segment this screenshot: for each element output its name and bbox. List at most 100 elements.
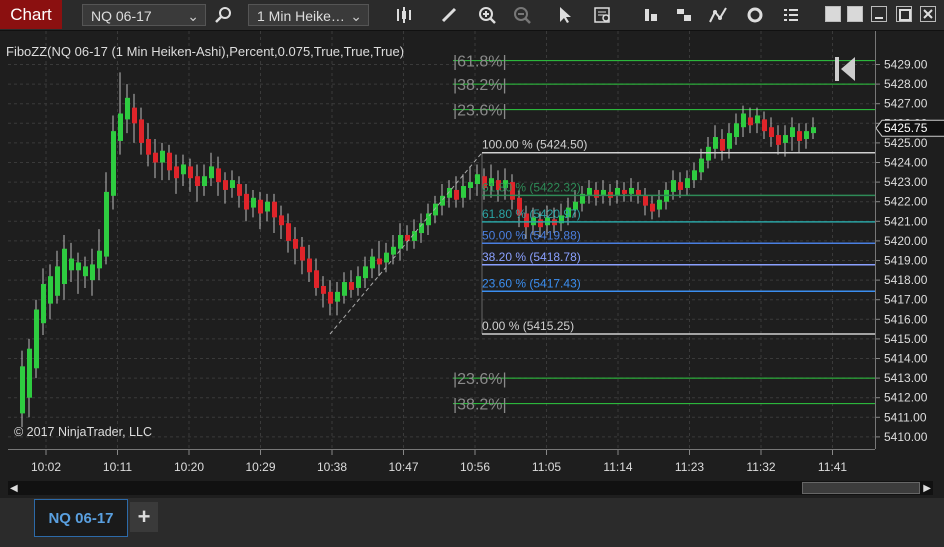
zigzag-line <box>329 152 483 335</box>
time-label: 10:56 <box>460 460 490 474</box>
horizontal-scrollbar[interactable]: ◀ ▶ <box>8 481 933 495</box>
price-label: 5429.00 <box>884 58 928 72</box>
tab-nq-06-17[interactable]: NQ 06-17 <box>34 499 128 537</box>
candle-body <box>643 195 648 206</box>
menu-list-icon[interactable] <box>780 4 802 26</box>
time-label: 11:23 <box>675 460 704 474</box>
jump-to-start-icon[interactable] <box>833 55 857 83</box>
candle-body <box>594 189 599 198</box>
candle-body <box>27 348 32 398</box>
time-label: 10:47 <box>388 460 418 474</box>
candle-body <box>587 187 592 196</box>
chart-title: Chart <box>0 0 62 29</box>
close-button[interactable] <box>920 6 936 22</box>
zoom-out-icon[interactable] <box>511 4 533 26</box>
candle-body <box>69 258 74 271</box>
candle-body <box>706 146 711 161</box>
interval-selector[interactable]: 1 Min Heike… ⌄ <box>248 4 369 26</box>
candle-body <box>629 187 634 194</box>
candle-body <box>685 178 690 188</box>
instrument-value: NQ 06-17 <box>91 8 152 24</box>
price-label: 5412.00 <box>884 391 928 405</box>
time-label: 11:32 <box>746 460 775 474</box>
price-label: 5413.00 <box>884 371 928 385</box>
candle-body <box>209 166 214 179</box>
fib-level-label: 61.80 % (5422.32) <box>482 180 581 194</box>
candle-body <box>692 170 697 181</box>
candle-body <box>321 285 326 294</box>
price-label: 5424.00 <box>884 156 928 170</box>
price-chart[interactable]: |61.8%| |38.2%| |23.6%| |23.6%| |38.2%| 100.0… <box>8 31 875 449</box>
price-label: 5418.00 <box>884 273 928 287</box>
candle-body <box>342 282 347 296</box>
candle-body <box>279 215 284 226</box>
scroll-left-icon[interactable]: ◀ <box>10 483 18 494</box>
data-box-icon[interactable] <box>592 4 614 26</box>
price-label: 5414.00 <box>884 352 928 366</box>
time-label: 10:11 <box>103 460 132 474</box>
scrollbar-thumb[interactable] <box>802 482 920 494</box>
candle-body <box>223 180 228 190</box>
fib-level-label: 38.20 % (5418.78) <box>482 250 581 264</box>
candle-body <box>748 117 753 126</box>
price-label: 5419.00 <box>884 254 928 268</box>
candle-body <box>377 258 382 265</box>
add-tab-button[interactable]: + <box>130 502 158 532</box>
time-axis[interactable]: 10:02 10:11 10:20 10:29 10:38 10:47 10:56 11:05… <box>8 449 875 480</box>
candle-body <box>783 135 788 143</box>
fib-level-label: 0.00 % (5415.25) <box>482 319 574 333</box>
candle-body <box>741 113 746 128</box>
indicators-icon[interactable] <box>707 4 729 26</box>
instrument-selector[interactable]: NQ 06-17 ⌄ <box>82 4 206 26</box>
candle-body <box>104 191 109 257</box>
fib-level-label: 23.60 % (5417.43) <box>482 276 581 290</box>
fib-extension-label: |38.2%| <box>453 77 507 94</box>
fib-extension-label: |23.6%| <box>453 103 507 120</box>
candle-body <box>678 182 683 190</box>
price-label: 5423.00 <box>884 175 928 189</box>
candle-body <box>293 238 298 249</box>
refresh-icon[interactable] <box>744 4 766 26</box>
candle-body <box>76 262 81 271</box>
current-price-label: 5425.75 <box>884 121 928 135</box>
fib-extension-label: |38.2%| <box>453 397 507 414</box>
indicator-label: FiboZZ(NQ 06-17 (1 Min Heiken-Ashi),Perc… <box>6 44 405 59</box>
candle-body <box>454 189 459 200</box>
candle-body <box>202 176 207 187</box>
tile-window-button[interactable] <box>825 6 841 22</box>
toolbar: Chart NQ 06-17 ⌄ 1 Min Heike… ⌄ <box>0 0 944 31</box>
candle-body <box>132 107 137 124</box>
scroll-right-icon[interactable]: ▶ <box>923 483 931 494</box>
chart-panel[interactable]: |61.8%| |38.2%| |23.6%| |23.6%| |38.2%| 100.0… <box>8 31 875 449</box>
candle-body <box>461 186 466 198</box>
candle-body <box>216 168 221 183</box>
maximize-button[interactable] <box>896 6 912 22</box>
candle-body <box>251 197 256 208</box>
candle-body <box>181 164 186 175</box>
pencil-icon[interactable] <box>438 4 460 26</box>
zoom-in-icon[interactable] <box>476 4 498 26</box>
search-icon[interactable] <box>212 4 234 26</box>
candle-body <box>90 264 95 281</box>
cursor-icon[interactable] <box>554 4 576 26</box>
price-label: 5410.00 <box>884 430 928 444</box>
chevron-down-icon: ⌄ <box>350 8 362 24</box>
candle-body <box>307 258 312 273</box>
candle-body <box>769 127 774 138</box>
candle-body <box>811 127 816 134</box>
price-axis[interactable]: 5429.005428.005427.005426.005425.005424.… <box>875 31 944 449</box>
templates-icon[interactable] <box>640 4 662 26</box>
fib-level-label: 50.00 % (5419.88) <box>482 228 581 242</box>
copyright-text: © 2017 NinjaTrader, LLC <box>14 425 152 439</box>
candle-body <box>615 187 620 196</box>
candle-body <box>125 97 130 120</box>
candle-body <box>699 158 704 173</box>
price-label: 5415.00 <box>884 332 928 346</box>
candle-body <box>671 180 676 192</box>
minimize-button[interactable] <box>871 6 887 22</box>
tile-window-button[interactable] <box>847 6 863 22</box>
candle-body <box>755 115 760 124</box>
properties-icon[interactable] <box>673 4 695 26</box>
candle-body <box>475 174 480 185</box>
bar-type-icon[interactable] <box>393 4 415 26</box>
